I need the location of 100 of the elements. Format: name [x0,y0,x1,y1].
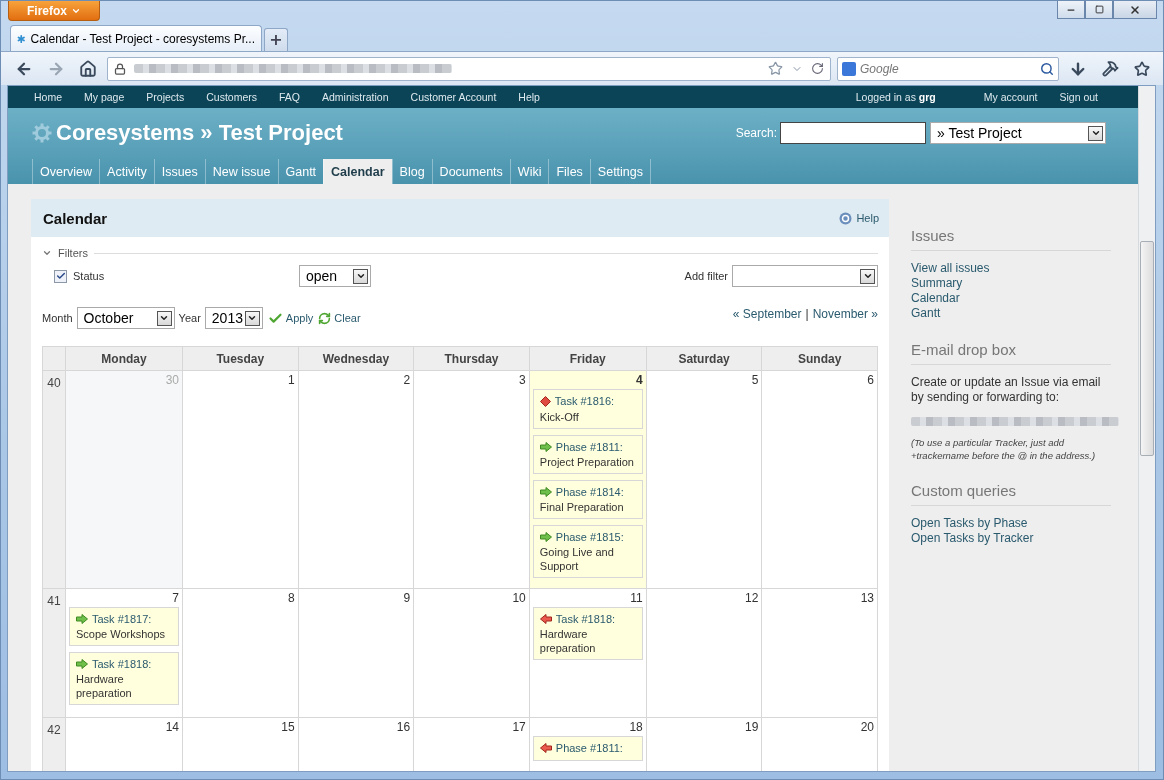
status-checkbox[interactable] [54,269,67,283]
day-number: 9 [402,590,412,605]
issue-link[interactable]: Phase #1811: [539,439,623,454]
weekday-header: Saturday [646,347,763,371]
search-field[interactable] [780,122,926,144]
address-field[interactable] [107,56,831,81]
day-number: 2 [402,373,412,387]
filters-legend: Filters [58,247,88,259]
scrollbar-thumb[interactable] [1140,241,1154,456]
weekday-header: Tuesday [183,347,299,371]
issue-subject: Hardware preparation [539,626,597,655]
sidebar-heading: Custom queries [911,482,1111,506]
issue-link[interactable]: Task #1818: [76,656,152,671]
issue-subject: Going Live and Support [539,544,615,573]
top-menu-link[interactable]: Home [34,91,62,103]
account-link[interactable]: My account [983,91,1038,103]
gear-icon [32,123,52,143]
star-icon [1134,60,1150,77]
week-number: 42 [43,717,66,771]
clear-link[interactable]: Clear [318,311,361,325]
project-tab[interactable]: Calendar [323,159,392,184]
issue-link[interactable]: Task #1816: [539,394,615,408]
search-icon [1040,61,1054,76]
day-number: 8 [286,590,296,605]
top-menu-link[interactable]: Help [518,91,540,103]
sidebar-link[interactable]: Calendar [911,291,1111,306]
weekday-header: Thursday [414,347,530,371]
arrow-right-icon [539,441,552,452]
tracker-note: (To use a particular Tracker, just add +trackername before the @ in the address.) [911,436,1097,462]
year-select[interactable]: 2013 [204,307,263,329]
panel-title: Calendar [43,209,108,227]
sidebar-link[interactable]: View all issues [911,261,1111,276]
search-field[interactable]: Google [837,56,1059,81]
caret-icon [156,310,172,326]
issue-subject: Final Preparation [539,499,625,514]
issue-subject: Project Preparation [539,454,635,469]
previous-month-link[interactable]: « September [732,307,802,321]
sidebar-heading: Issues [911,227,1111,251]
tab-title: Calendar - Test Project - coresystems Pr... [30,31,255,46]
weekday-header: Friday [529,347,647,371]
week-number: 41 [43,588,66,718]
project-select[interactable]: » Test Project [930,122,1106,144]
issue-subject: Hardware preparation [76,671,133,700]
scrollbar[interactable] [1138,86,1155,771]
browser-tab[interactable]: Calendar - Test Project - coresystems Pr... [10,25,262,51]
home-icon [79,59,97,78]
status-select[interactable]: open [299,265,371,287]
weekday-header: Sunday [762,347,878,371]
logged-in-text: Logged in as grg [855,91,936,103]
close-button[interactable] [1113,1,1157,19]
caret-icon [1088,125,1103,141]
caret-icon [860,268,875,284]
day-number: 13 [859,590,875,605]
top-menu-link[interactable]: Administration [322,91,389,103]
arrow-right-icon [539,531,552,542]
star-icon[interactable] [768,61,783,76]
top-menu-link[interactable]: My page [84,91,125,103]
weekday-header: Monday [66,347,183,371]
add-filter-select[interactable] [732,265,878,287]
month-select[interactable]: October [76,307,175,329]
sidebar-link[interactable]: Gantt [911,306,1111,321]
sidebar-link[interactable]: Open Tasks by Tracker [911,531,1111,546]
issue-link[interactable]: Task #1817: [76,611,152,626]
day-number: 14 [164,719,180,734]
maximize-button[interactable] [1085,1,1113,19]
day-number: 11 [629,590,644,605]
add-filter-label: Add filter [684,270,728,282]
issue-link[interactable]: Phase #1811: [539,740,623,755]
week-number: 40 [43,371,66,589]
top-menu-link[interactable]: Customer Account [410,91,497,103]
issue-subject: Kick-Off [539,409,580,424]
top-menu-link[interactable]: FAQ [279,91,300,103]
weekday-header: Wednesday [298,347,415,371]
issue-subject: Scope Workshops [76,626,167,641]
sidebar-link[interactable]: Summary [911,276,1111,291]
top-menu-link[interactable]: Projects [146,91,185,103]
maximize-icon [1094,5,1104,14]
search-label: Search: [735,126,777,140]
arrow-right-icon [539,486,552,497]
help-link[interactable]: Help [839,211,879,225]
arrow-left-icon [539,742,552,753]
reload-icon[interactable] [811,62,824,75]
new-tab-button[interactable]: + [264,28,288,51]
minimize-button[interactable] [1057,1,1085,19]
help-icon [839,211,853,225]
caret-icon [244,310,260,326]
arrow-right-icon [76,613,88,624]
issue-link[interactable]: Phase #1814: [539,484,624,499]
issue-link[interactable]: Task #1818: [539,611,616,626]
account-link[interactable]: Sign out [1059,91,1098,103]
top-menu-link[interactable]: Customers [206,91,257,103]
sidebar-link[interactable]: Open Tasks by Phase [911,516,1111,531]
collapse-icon[interactable] [42,248,52,258]
arrow-left-icon [539,613,552,624]
day-number: 16 [395,719,412,734]
issue-link[interactable]: Phase #1815: [539,529,624,544]
next-month-link[interactable]: November » [812,307,878,321]
hammer-icon [1101,60,1119,77]
day-number: 3 [518,373,527,387]
apply-link[interactable]: Apply [267,310,314,326]
